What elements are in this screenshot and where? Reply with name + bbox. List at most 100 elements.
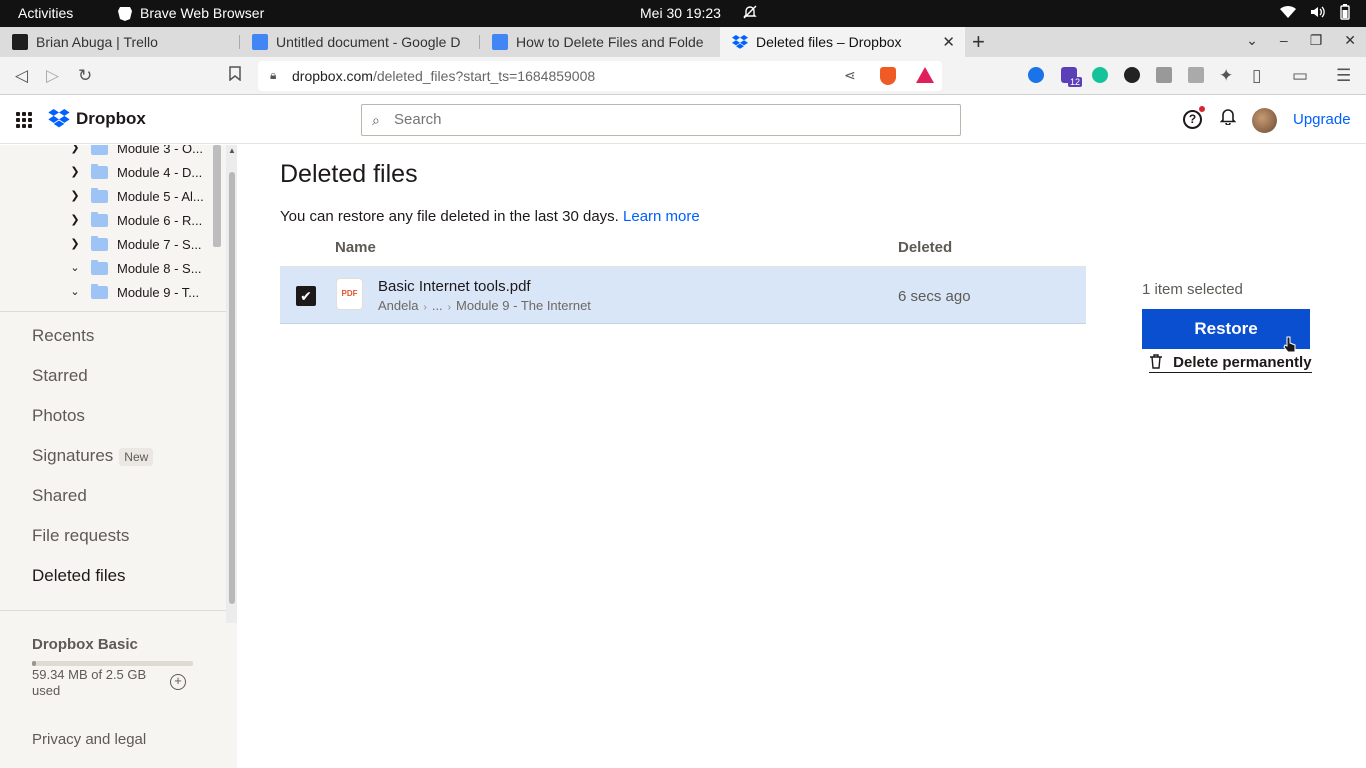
dropbox-logo[interactable]: Dropbox — [48, 109, 146, 129]
column-header-deleted[interactable]: Deleted — [898, 239, 952, 256]
tab-search-chevron-icon[interactable]: ⌄ — [1246, 32, 1258, 49]
table-row[interactable]: ✔ PDF Basic Internet tools.pdf Andela ›..… — [280, 267, 1086, 324]
extension-copy-icon[interactable] — [1188, 67, 1204, 83]
chevron-down-icon[interactable]: ⌄ — [69, 261, 81, 274]
back-icon[interactable]: ◁ — [15, 66, 28, 86]
sidebar-item-file-requests[interactable]: File requests — [32, 526, 129, 546]
browser-menu-icon[interactable]: ☰ — [1336, 66, 1351, 86]
scroll-up-icon[interactable]: ▲ — [228, 146, 236, 155]
path-folder[interactable]: Module 9 - The Internet — [456, 298, 591, 313]
volume-icon — [1311, 6, 1325, 18]
folder-icon — [91, 212, 108, 227]
tab-close-icon[interactable]: ✕ — [942, 33, 955, 51]
divider — [0, 311, 226, 312]
folder-tree: ❯ Module 3 - O... ❯ Module 4 - D... ❯ Mo… — [0, 145, 226, 311]
row-checkbox[interactable]: ✔ — [296, 286, 316, 306]
help-icon[interactable]: ? — [1183, 110, 1202, 129]
column-header-name[interactable]: Name — [335, 239, 376, 256]
sidebar-item-label: Signatures — [32, 446, 114, 465]
new-tab-button[interactable]: + — [972, 29, 985, 55]
new-badge: New — [119, 447, 154, 466]
dropbox-header: Dropbox ⌕ ? Upgrade — [0, 96, 1366, 144]
path-root[interactable]: Andela — [378, 298, 418, 313]
brave-rewards-icon[interactable] — [916, 67, 934, 83]
grammarly-icon[interactable] — [1092, 67, 1108, 83]
trello-icon — [12, 34, 28, 50]
chevron-right-icon[interactable]: ❯ — [69, 213, 81, 226]
tree-folder-module-7[interactable]: ❯ Module 7 - S... — [0, 233, 210, 257]
minimize-icon[interactable]: – — [1280, 32, 1288, 49]
address-bar[interactable]: 🔒︎ dropbox.com/deleted_files?start_ts=16… — [258, 61, 942, 91]
extension-w-icon[interactable] — [1124, 67, 1140, 83]
trash-icon — [1149, 354, 1167, 371]
wallet-icon[interactable]: ▭ — [1292, 66, 1308, 86]
file-name[interactable]: Basic Internet tools.pdf — [378, 278, 531, 295]
tree-scrollbar-thumb[interactable] — [213, 145, 221, 247]
upgrade-link[interactable]: Upgrade — [1293, 111, 1351, 128]
activities-button[interactable]: Activities — [18, 5, 73, 21]
pdf-file-icon: PDF — [337, 279, 362, 309]
chevron-right-icon[interactable]: ❯ — [69, 145, 81, 154]
storage-usage-bar — [32, 661, 193, 666]
learn-more-link[interactable]: Learn more — [623, 208, 700, 225]
share-icon[interactable]: ⋖ — [844, 67, 856, 84]
forward-icon[interactable]: ▷ — [46, 66, 59, 86]
url-text: dropbox.com/deleted_files?start_ts=16848… — [292, 68, 596, 84]
dropbox-logo-icon — [48, 109, 70, 128]
plan-title[interactable]: Dropbox Basic — [32, 636, 138, 653]
add-storage-icon[interactable]: + — [170, 674, 186, 690]
search-box[interactable]: ⌕ — [361, 104, 961, 136]
privacy-legal-link[interactable]: Privacy and legal — [32, 731, 146, 748]
tab-google-doc[interactable]: Untitled document - Google D — [240, 27, 480, 57]
sidebar-item-starred[interactable]: Starred — [32, 366, 88, 386]
mouse-pointer-icon — [1283, 336, 1297, 359]
sidebar-toggle-icon[interactable]: ▯ — [1252, 66, 1261, 86]
close-window-icon[interactable]: ✕ — [1344, 32, 1356, 49]
path-ellipsis[interactable]: ... — [432, 298, 443, 313]
chevron-right-icon[interactable]: ❯ — [69, 237, 81, 250]
clock[interactable]: Mei 30 19:23 — [640, 5, 721, 21]
lock-icon[interactable]: 🔒︎ — [270, 68, 276, 83]
bookmark-icon[interactable] — [229, 66, 241, 86]
avatar[interactable] — [1252, 108, 1277, 133]
tree-folder-module-4[interactable]: ❯ Module 4 - D... — [0, 161, 210, 185]
folder-icon — [91, 188, 108, 203]
brave-lion-icon — [118, 6, 132, 21]
tab-label: How to Delete Files and Folde — [516, 34, 704, 50]
sidebar-item-signatures[interactable]: Signatures New — [32, 446, 154, 466]
tree-folder-module-3[interactable]: ❯ Module 3 - O... — [0, 145, 210, 161]
dropbox-icon — [732, 34, 748, 49]
chevron-down-icon[interactable]: ⌄ — [69, 285, 81, 298]
search-input[interactable] — [394, 111, 914, 128]
info-text: You can restore any file deleted in the … — [280, 208, 700, 225]
tab-trello[interactable]: Brian Abuga | Trello — [0, 27, 240, 57]
tab-dropbox-deleted-files[interactable]: Deleted files – Dropbox ✕ — [720, 27, 965, 57]
notifications-bell-icon[interactable] — [1219, 108, 1237, 130]
sidebar-scrollbar-thumb[interactable] — [229, 172, 235, 604]
app-menu[interactable]: Brave Web Browser — [118, 5, 264, 21]
tree-folder-module-6[interactable]: ❯ Module 6 - R... — [0, 209, 210, 233]
tree-folder-module-5[interactable]: ❯ Module 5 - Al... — [0, 185, 210, 209]
brave-shields-icon[interactable] — [880, 67, 896, 85]
sidebar-item-shared[interactable]: Shared — [32, 486, 87, 506]
extension-icon[interactable] — [1028, 67, 1044, 83]
extension-x-icon[interactable] — [1156, 67, 1172, 83]
app-grid-icon[interactable] — [16, 112, 32, 128]
reload-icon[interactable]: ↻ — [78, 66, 92, 86]
folder-icon — [91, 145, 108, 155]
tab-how-to-delete[interactable]: How to Delete Files and Folde — [480, 27, 720, 57]
wifi-icon — [1280, 5, 1296, 18]
tree-folder-module-8[interactable]: ⌄ Module 8 - S... — [0, 257, 210, 281]
chevron-right-icon[interactable]: ❯ — [69, 189, 81, 202]
extensions-puzzle-icon[interactable]: ✦ — [1219, 66, 1233, 86]
sidebar-item-photos[interactable]: Photos — [32, 406, 85, 426]
folder-icon — [91, 164, 108, 179]
chevron-right-icon[interactable]: ❯ — [69, 165, 81, 178]
folder-icon — [91, 236, 108, 251]
sidebar-item-deleted-files[interactable]: Deleted files — [32, 566, 126, 586]
restore-icon[interactable]: ❐ — [1310, 32, 1323, 49]
sidebar-item-recents[interactable]: Recents — [32, 326, 94, 346]
system-tray[interactable] — [1280, 4, 1350, 20]
tree-folder-module-9[interactable]: ⌄ Module 9 - T... — [0, 281, 210, 305]
folder-icon — [91, 260, 108, 275]
